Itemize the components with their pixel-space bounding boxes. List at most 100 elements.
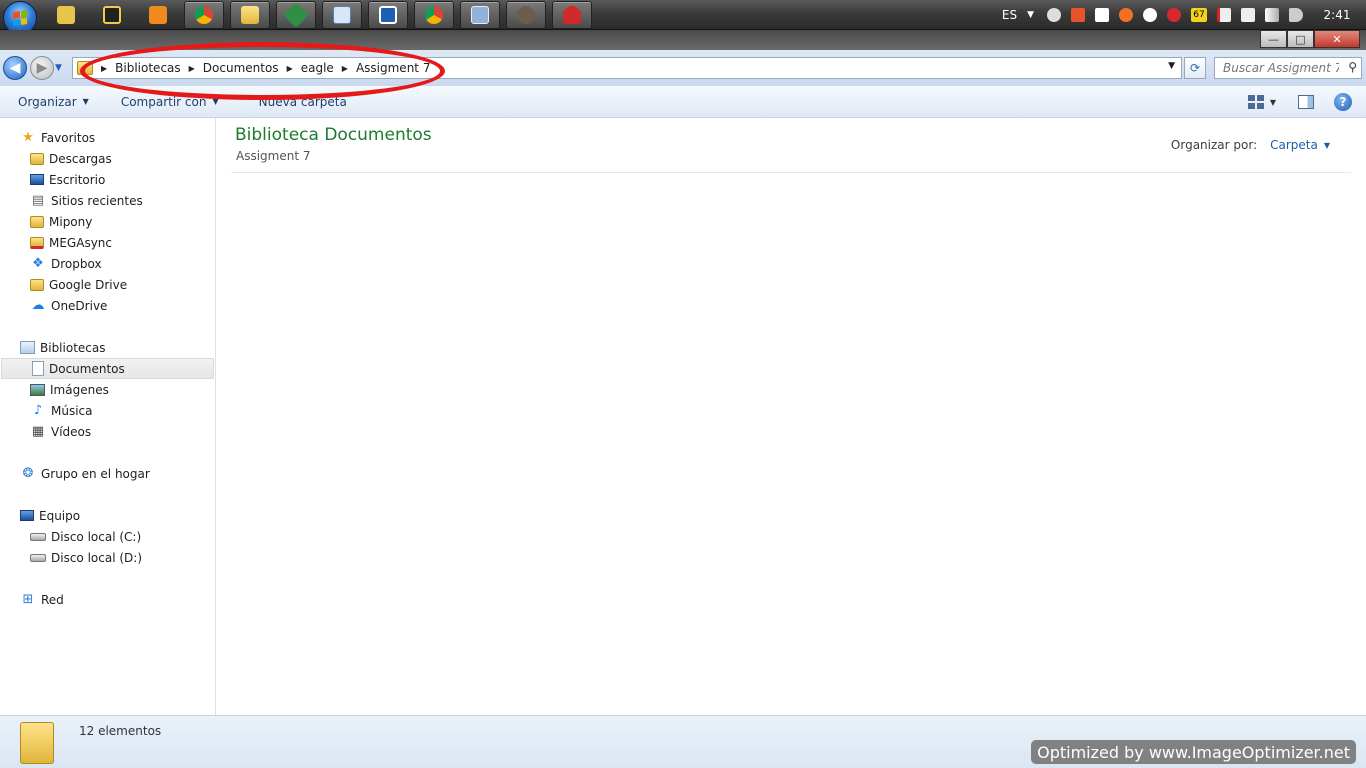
taskbar-notepad[interactable] <box>322 0 362 29</box>
app-tray-icon[interactable] <box>1071 8 1085 22</box>
recent-pages-dropdown-icon[interactable]: ▼ <box>55 63 65 73</box>
address-bar[interactable]: ▶ Bibliotecas ▶ Documentos ▶ eagle ▶ Assigme… <box>72 57 1182 79</box>
start-button[interactable] <box>0 0 40 35</box>
downloads-folder-icon <box>30 152 44 165</box>
breadcrumb-item[interactable]: ▶ Bibliotecas <box>101 61 181 75</box>
address-history-dropdown-icon[interactable]: ▼ <box>1168 61 1175 71</box>
chevron-right-icon[interactable]: ▶ <box>287 64 293 73</box>
sidebar-item-sitios-recientes[interactable]: ▤ Sitios recientes <box>0 190 214 211</box>
recent-places-icon: ▤ <box>31 193 45 208</box>
new-folder-button[interactable]: Nueva carpeta <box>259 95 347 109</box>
sidebar-item-mipony[interactable]: Mipony <box>0 211 214 232</box>
chrome-icon <box>195 5 213 24</box>
language-indicator[interactable]: ES <box>1002 8 1017 22</box>
drive-icon <box>30 532 46 541</box>
maximize-button[interactable]: □ <box>1287 30 1314 48</box>
sidebar-item-musica[interactable]: ♪ Música <box>0 400 214 421</box>
sidebar-item-imagenes[interactable]: Imágenes <box>0 379 214 400</box>
chevron-right-icon[interactable]: ▶ <box>101 64 107 73</box>
chevron-right-icon[interactable]: ▶ <box>189 64 195 73</box>
chevron-right-icon[interactable]: ▶ <box>342 64 348 73</box>
close-button[interactable]: ✕ <box>1314 30 1360 48</box>
taskbar-app-5[interactable] <box>368 0 408 29</box>
sidebar-item-disk-c[interactable]: Disco local (C:) <box>0 526 214 547</box>
view-dropdown-icon[interactable]: ▼ <box>1270 98 1276 107</box>
taskbar-app-4[interactable] <box>276 0 316 29</box>
sidebar-item-documentos[interactable]: Documentos <box>1 358 214 379</box>
sidebar-item-escritorio[interactable]: Escritorio <box>0 169 214 190</box>
power-icon[interactable] <box>1241 8 1255 22</box>
dropdown-arrow-icon: ▼ <box>82 97 89 106</box>
content-pane: Biblioteca Documentos Assigment 7 Organi… <box>217 118 1366 715</box>
refresh-icon: ⟳ <box>1189 61 1201 75</box>
taskbar-app-6[interactable] <box>460 0 500 29</box>
library-subtitle: Assigment 7 <box>236 149 311 163</box>
media-player-icon <box>149 5 167 24</box>
tray-expand-icon[interactable]: ▼ <box>1027 10 1034 20</box>
breadcrumb-item[interactable]: ▶ Documentos <box>189 61 279 75</box>
taskbar-app-2[interactable] <box>92 1 132 29</box>
details-pane: 12 elementos Optimized by www.ImageOptim… <box>0 715 1366 768</box>
sidebar-item-google-drive[interactable]: Google Drive <box>0 274 214 295</box>
back-arrow-icon: ◀ <box>9 60 21 76</box>
sidebar-item-equipo[interactable]: Equipo <box>0 505 214 526</box>
cloud-upload-icon[interactable] <box>1047 8 1061 22</box>
taskbar-app-7[interactable] <box>552 0 592 29</box>
app-icon <box>283 1 309 28</box>
preview-pane-icon[interactable] <box>1298 95 1314 109</box>
notepad-icon <box>333 5 351 24</box>
taskbar-explorer[interactable] <box>230 0 270 29</box>
sidebar-item-onedrive[interactable]: ☁ OneDrive <box>0 295 214 316</box>
sidebar-item-disk-d[interactable]: Disco local (D:) <box>0 547 214 568</box>
search-input[interactable] <box>1215 58 1339 78</box>
sidebar-item-dropbox[interactable]: ❖ Dropbox <box>0 253 214 274</box>
arrange-by-dropdown[interactable]: Carpeta <box>1270 138 1318 152</box>
sidebar-item-homegroup[interactable]: ❂ Grupo en el hogar <box>0 463 214 484</box>
breadcrumb-item[interactable]: ▶ eagle <box>287 61 334 75</box>
explorer-icon <box>241 5 259 24</box>
sidebar-item-megasync[interactable]: MEGAsync <box>0 232 214 253</box>
forward-button[interactable]: ▶ <box>30 56 54 80</box>
taskbar-app-3[interactable] <box>138 1 178 29</box>
clock[interactable]: 2:41 <box>1308 8 1366 22</box>
action-center-icon[interactable] <box>1217 8 1231 22</box>
arrange-by: Organizar por: Carpeta ▼ <box>1171 138 1330 152</box>
breadcrumb-item[interactable]: ▶ Assigment 7 <box>342 61 431 75</box>
dropdown-arrow-icon[interactable]: ▼ <box>1324 141 1330 150</box>
taskbar-app-1[interactable] <box>46 1 86 29</box>
battery-badge-icon[interactable]: 67 <box>1191 8 1207 22</box>
taskbar-chrome[interactable] <box>184 0 224 29</box>
item-count: 12 elementos <box>79 724 162 738</box>
help-icon[interactable]: ? <box>1334 93 1352 111</box>
organize-button[interactable]: Organizar ▼ <box>18 95 89 109</box>
search-box[interactable]: ⚲ <box>1214 57 1362 79</box>
taskbar-gimp[interactable] <box>506 0 546 29</box>
search-icon[interactable]: ⚲ <box>1348 60 1357 74</box>
taskbar-chrome-2[interactable] <box>414 0 454 29</box>
sidebar-item-favorites[interactable]: ★ Favoritos <box>0 127 214 148</box>
folder-icon <box>77 61 93 75</box>
folder-icon <box>30 215 44 228</box>
dropbox-icon: ❖ <box>32 256 44 271</box>
sidebar-item-videos[interactable]: ▦ Vídeos <box>0 421 214 442</box>
signal-icon[interactable] <box>1265 8 1279 22</box>
volume-icon[interactable] <box>1289 8 1303 22</box>
share-button[interactable]: Compartir con ▼ <box>121 95 219 109</box>
address-row: ◀ ▶ ▼ ▶ Bibliotecas ▶ Documentos ▶ eagle ▶ A… <box>0 50 1366 86</box>
change-view-icon[interactable] <box>1247 95 1264 109</box>
back-button[interactable]: ◀ <box>3 56 27 80</box>
sidebar-item-bibliotecas[interactable]: Bibliotecas <box>0 337 214 358</box>
window-controls: — □ ✕ <box>1260 30 1360 48</box>
minimize-button[interactable]: — <box>1260 30 1287 48</box>
refresh-button[interactable]: ⟳ <box>1184 57 1206 79</box>
sidebar-item-descargas[interactable]: Descargas <box>0 148 214 169</box>
mega-icon[interactable] <box>1167 8 1181 22</box>
onedrive-icon[interactable] <box>1143 8 1157 22</box>
chrome-icon <box>425 5 443 24</box>
app-icon <box>379 5 397 24</box>
navigation-pane: ★ Favoritos Descargas Escritorio ▤ Sitio… <box>0 118 216 715</box>
homegroup-icon: ❂ <box>22 466 34 481</box>
dropbox-icon[interactable] <box>1095 8 1109 22</box>
sidebar-item-red[interactable]: ⊞ Red <box>0 589 214 610</box>
avast-icon[interactable] <box>1119 8 1133 22</box>
